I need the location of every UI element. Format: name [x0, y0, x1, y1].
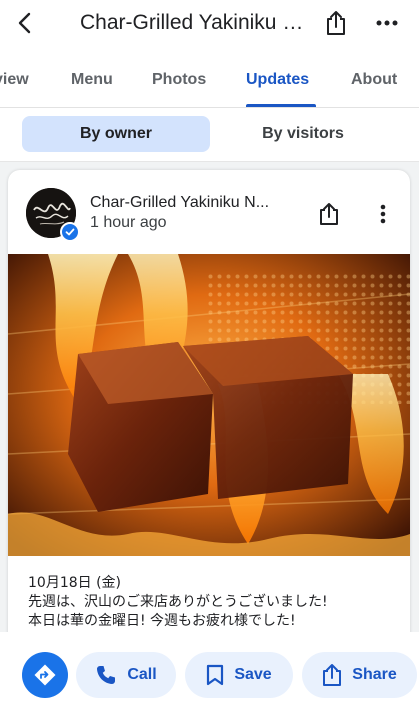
post-photo[interactable]	[8, 254, 410, 556]
post-text-line: 先週は、沢山のご来店ありがとうございました!	[28, 594, 328, 610]
save-button[interactable]: Save	[185, 652, 293, 698]
by-visitors-filter[interactable]: By visitors	[208, 116, 398, 152]
post-text-line: 10月18日 (金)	[28, 575, 122, 591]
tab-updates[interactable]: Updates	[246, 71, 309, 89]
back-button[interactable]	[10, 8, 40, 38]
call-label: Call	[127, 666, 157, 683]
post-more-button[interactable]	[370, 200, 396, 228]
share-label: Share	[352, 666, 397, 683]
post-text-line: 本日は華の金曜日! 今週もお疲れ様でした!	[28, 613, 296, 629]
bookmark-icon	[207, 664, 224, 686]
share-icon	[327, 11, 345, 35]
phone-icon	[97, 666, 116, 684]
share-action-button[interactable]: Share	[302, 652, 417, 698]
save-label: Save	[234, 666, 272, 683]
arrow-back-icon	[18, 12, 31, 34]
tab-photos[interactable]: Photos	[152, 71, 206, 89]
call-button[interactable]: Call	[76, 652, 176, 698]
directions-icon	[34, 664, 56, 686]
tab-overview[interactable]: view	[0, 71, 29, 89]
more-horiz-icon	[376, 20, 398, 26]
active-tab-indicator	[246, 104, 316, 107]
by-owner-filter[interactable]: By owner	[22, 116, 210, 152]
updates-filter: By owner By visitors	[0, 108, 419, 162]
update-post-card[interactable]: Char-Grilled Yakiniku N... 1 hour ago 10…	[8, 170, 410, 640]
more-vert-icon	[380, 204, 386, 224]
app-header: Char-Grilled Yakiniku N...	[0, 0, 419, 46]
share-icon	[323, 664, 342, 686]
tab-about[interactable]: About	[351, 71, 397, 89]
post-text: 10月18日 (金) 先週は、沢山のご来店ありがとうございました! 本日は華の金…	[28, 574, 398, 631]
share-button[interactable]	[322, 8, 350, 38]
grilled-meat-image	[8, 254, 410, 556]
post-share-button[interactable]	[316, 200, 342, 228]
more-options-button[interactable]	[372, 8, 402, 38]
tab-menu[interactable]: Menu	[71, 71, 113, 89]
directions-button[interactable]	[22, 652, 68, 698]
verified-badge-icon	[60, 222, 80, 242]
share-icon	[320, 203, 338, 225]
place-tabs: view Menu Photos Updates About	[0, 58, 419, 108]
post-owner-name[interactable]: Char-Grilled Yakiniku N...	[90, 193, 290, 213]
action-bar: Call Save Share	[0, 632, 419, 708]
post-timestamp: 1 hour ago	[90, 214, 167, 231]
page-title: Char-Grilled Yakiniku N...	[80, 11, 308, 34]
